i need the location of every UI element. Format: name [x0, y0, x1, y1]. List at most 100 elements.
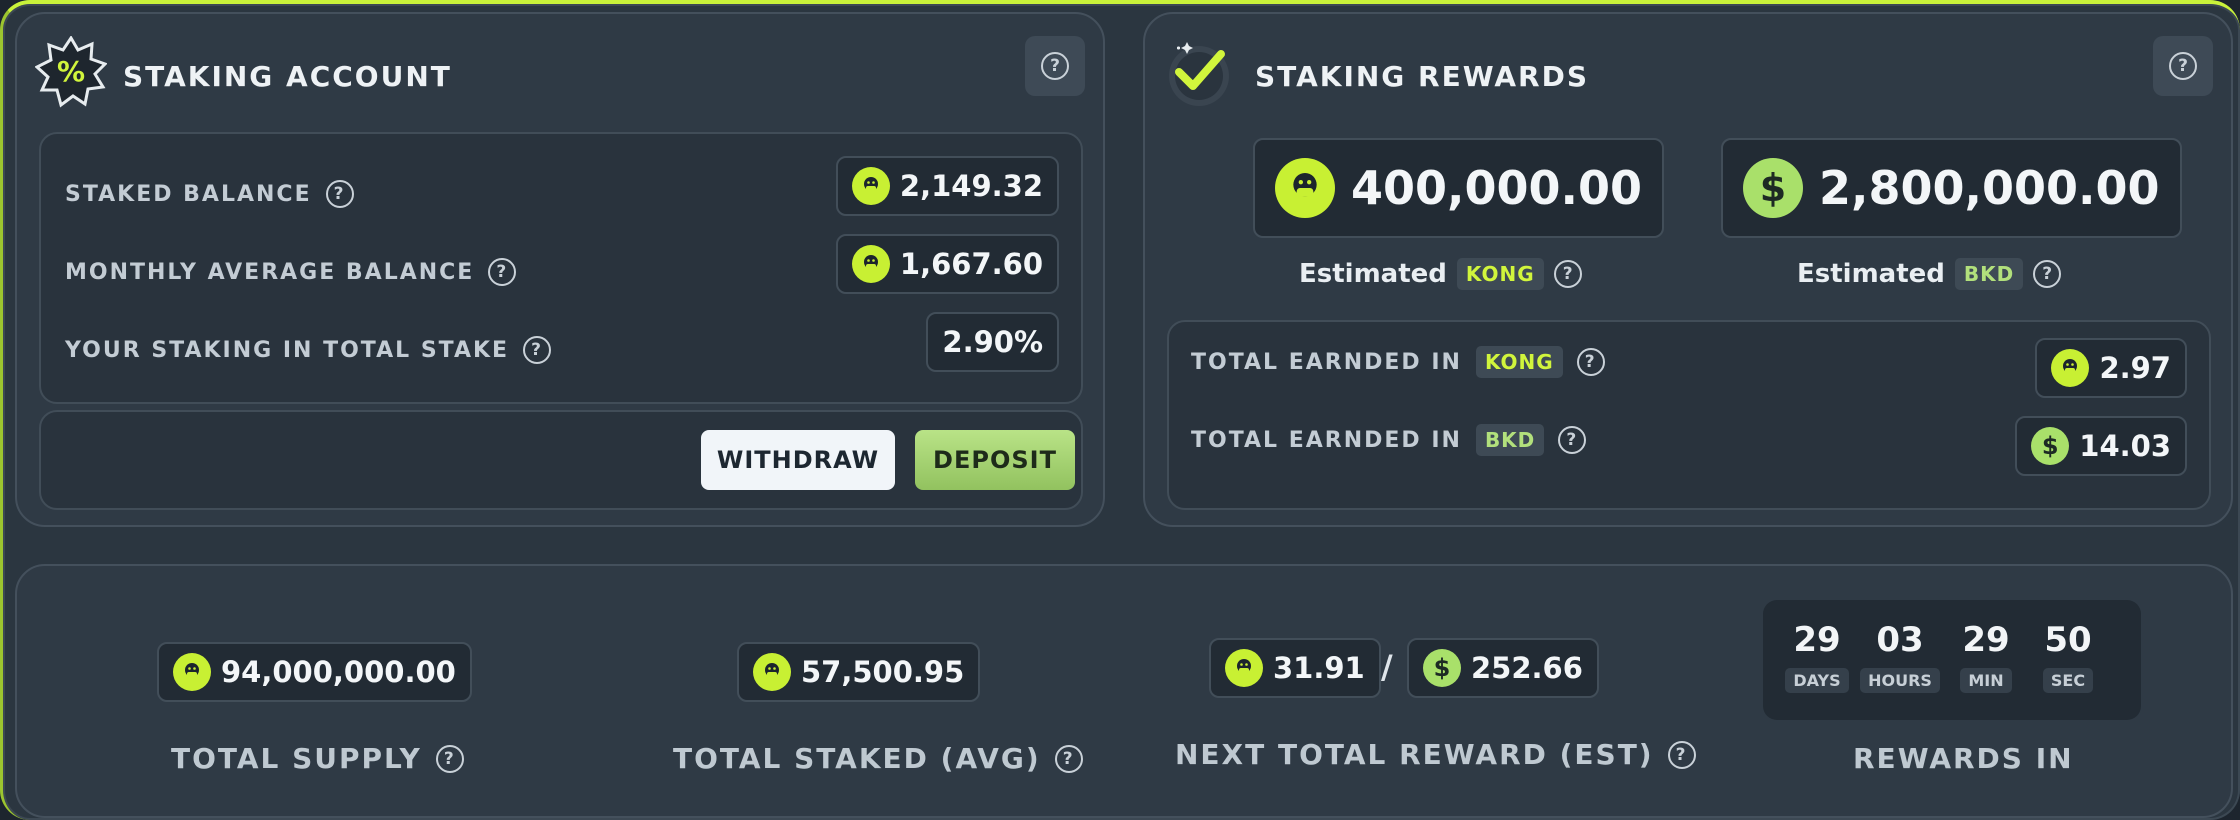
days-label: DAYS [1785, 668, 1849, 693]
kong-estimate-value: 400,000.00 [1253, 138, 1665, 238]
percent-badge-icon: % [35, 36, 107, 108]
staking-account-panel: % STAKING ACCOUNT ? STAKED BALANCE ? 2,1… [15, 12, 1105, 527]
estimated-label: Estimated [1797, 259, 1945, 289]
kong-token-tag: KONG [1456, 258, 1544, 290]
min-label: MIN [1960, 668, 2012, 693]
earned-box: TOTAL EARNDED IN KONG ? 2.97 TOTAL EARND… [1167, 320, 2211, 510]
row-label-text: STAKED BALANCE [65, 181, 312, 207]
value-text: 31.91 [1273, 651, 1365, 685]
sec-value: 50 [2044, 620, 2092, 660]
help-icon[interactable]: ? [523, 336, 552, 364]
rewards-countdown: 29 DAYS 03 HOURS 29 MIN 50 SEC [1763, 600, 2141, 720]
rewards-in-caption: REWARDS IN [1853, 742, 2074, 775]
deposit-button[interactable]: DEPOSIT [915, 430, 1075, 490]
help-icon[interactable]: ? [1553, 260, 1582, 288]
dollar-coin-icon: $ [2031, 427, 2070, 465]
kong-coin-icon [753, 653, 791, 691]
caption-text: TOTAL SUPPLY [171, 742, 422, 775]
value-text: 400,000.00 [1351, 161, 1643, 215]
help-icon[interactable]: ? [2033, 260, 2062, 288]
hours-label: HOURS [1860, 668, 1940, 693]
checkmark-badge-icon [1169, 42, 1229, 106]
bkd-token-tag: BKD [1954, 258, 2024, 290]
help-icon: ? [2169, 52, 2197, 80]
value-text: 252.66 [1471, 651, 1583, 685]
countdown-min: 29 MIN [1951, 620, 2021, 693]
withdraw-button[interactable]: WITHDRAW [701, 430, 895, 490]
help-icon[interactable]: ? [1054, 744, 1083, 773]
value-text: 2,800,000.00 [1819, 161, 2160, 215]
bkd-estimate-caption: Estimated BKD ? [1797, 258, 2062, 290]
next-reward-bkd-value: $ 252.66 [1407, 638, 1599, 698]
caption-text: NEXT TOTAL REWARD (EST) [1175, 738, 1654, 771]
countdown-days: 29 DAYS [1785, 620, 1849, 693]
panel-title: STAKING ACCOUNT [123, 60, 452, 93]
earned-kong-label: TOTAL EARNDED IN KONG ? [1191, 346, 1605, 378]
value-text: 2.90% [942, 325, 1043, 359]
dollar-coin-icon: $ [1423, 649, 1461, 687]
next-reward-caption: NEXT TOTAL REWARD (EST) ? [1175, 738, 1696, 771]
total-stake-share-value: 2.90% [926, 312, 1059, 372]
countdown-sec: 50 SEC [2033, 620, 2103, 693]
countdown-hours: 03 HOURS [1859, 620, 1941, 693]
value-text: 2,149.32 [899, 169, 1043, 203]
sec-label: SEC [2042, 668, 2094, 693]
staking-dashboard: % STAKING ACCOUNT ? STAKED BALANCE ? 2,1… [0, 0, 2240, 820]
total-staked-value: 57,500.95 [737, 642, 981, 702]
next-reward-kong-value: 31.91 [1209, 638, 1381, 698]
help-icon[interactable]: ? [488, 258, 517, 286]
hours-value: 03 [1876, 620, 1924, 660]
balances-box: STAKED BALANCE ? 2,149.32 MONTHLY AVERAG… [39, 132, 1083, 404]
actions-box: WITHDRAW DEPOSIT [39, 410, 1083, 510]
monthly-average-label: MONTHLY AVERAGE BALANCE ? [65, 258, 517, 286]
staking-rewards-panel: STAKING REWARDS ? 400,000.00 Estimated K… [1143, 12, 2233, 527]
panel-title: STAKING REWARDS [1255, 60, 1589, 93]
monthly-average-value: 1,667.60 [835, 234, 1059, 294]
value-text: 94,000,000.00 [221, 655, 456, 689]
min-value: 29 [1962, 620, 2010, 660]
caption-text: REWARDS IN [1853, 742, 2074, 775]
help-icon[interactable]: ? [1558, 426, 1587, 454]
estimated-label: Estimated [1299, 259, 1447, 289]
kong-coin-icon [2051, 349, 2090, 387]
help-icon[interactable]: ? [1576, 348, 1605, 376]
kong-estimate-caption: Estimated KONG ? [1299, 258, 1582, 290]
days-value: 29 [1793, 620, 1841, 660]
kong-coin-icon [851, 245, 890, 283]
row-label-text: TOTAL EARNDED IN [1191, 427, 1462, 453]
kong-coin-icon [1275, 158, 1335, 218]
bkd-estimate-value: $ 2,800,000.00 [1721, 138, 2182, 238]
bkd-token-tag: BKD [1475, 424, 1545, 456]
staked-balance-label: STAKED BALANCE ? [65, 180, 354, 208]
earned-kong-value: 2.97 [2035, 338, 2187, 398]
kong-coin-icon [1225, 649, 1263, 687]
value-text: 14.03 [2079, 429, 2171, 463]
help-icon[interactable]: ? [435, 744, 464, 773]
help-icon: ? [1041, 52, 1069, 80]
svg-text:%: % [57, 55, 85, 88]
caption-text: TOTAL STAKED (AVG) [673, 742, 1041, 775]
dollar-coin-icon: $ [1743, 158, 1803, 218]
total-stake-share-label: YOUR STAKING IN TOTAL STAKE ? [65, 336, 552, 364]
kong-coin-icon [851, 167, 890, 205]
help-button[interactable]: ? [2153, 36, 2213, 96]
help-button[interactable]: ? [1025, 36, 1085, 96]
row-label-text: MONTHLY AVERAGE BALANCE [65, 259, 475, 285]
kong-token-tag: KONG [1475, 346, 1563, 378]
earned-bkd-value: $ 14.03 [2015, 416, 2187, 476]
total-supply-value: 94,000,000.00 [157, 642, 472, 702]
total-staked-caption: TOTAL STAKED (AVG) ? [673, 742, 1083, 775]
value-text: 2.97 [2099, 351, 2171, 385]
kong-coin-icon [173, 653, 211, 691]
row-label-text: YOUR STAKING IN TOTAL STAKE [65, 337, 510, 363]
help-icon[interactable]: ? [1667, 740, 1696, 769]
total-supply-caption: TOTAL SUPPLY ? [171, 742, 464, 775]
value-text: 1,667.60 [899, 247, 1043, 281]
staked-balance-value: 2,149.32 [835, 156, 1059, 216]
stats-panel: 94,000,000.00 TOTAL SUPPLY ? 57,500.95 T… [15, 564, 2233, 818]
row-label-text: TOTAL EARNDED IN [1191, 349, 1462, 375]
reward-separator: / [1381, 648, 1393, 686]
help-icon[interactable]: ? [325, 180, 354, 208]
value-text: 57,500.95 [801, 655, 965, 689]
earned-bkd-label: TOTAL EARNDED IN BKD ? [1191, 424, 1587, 456]
